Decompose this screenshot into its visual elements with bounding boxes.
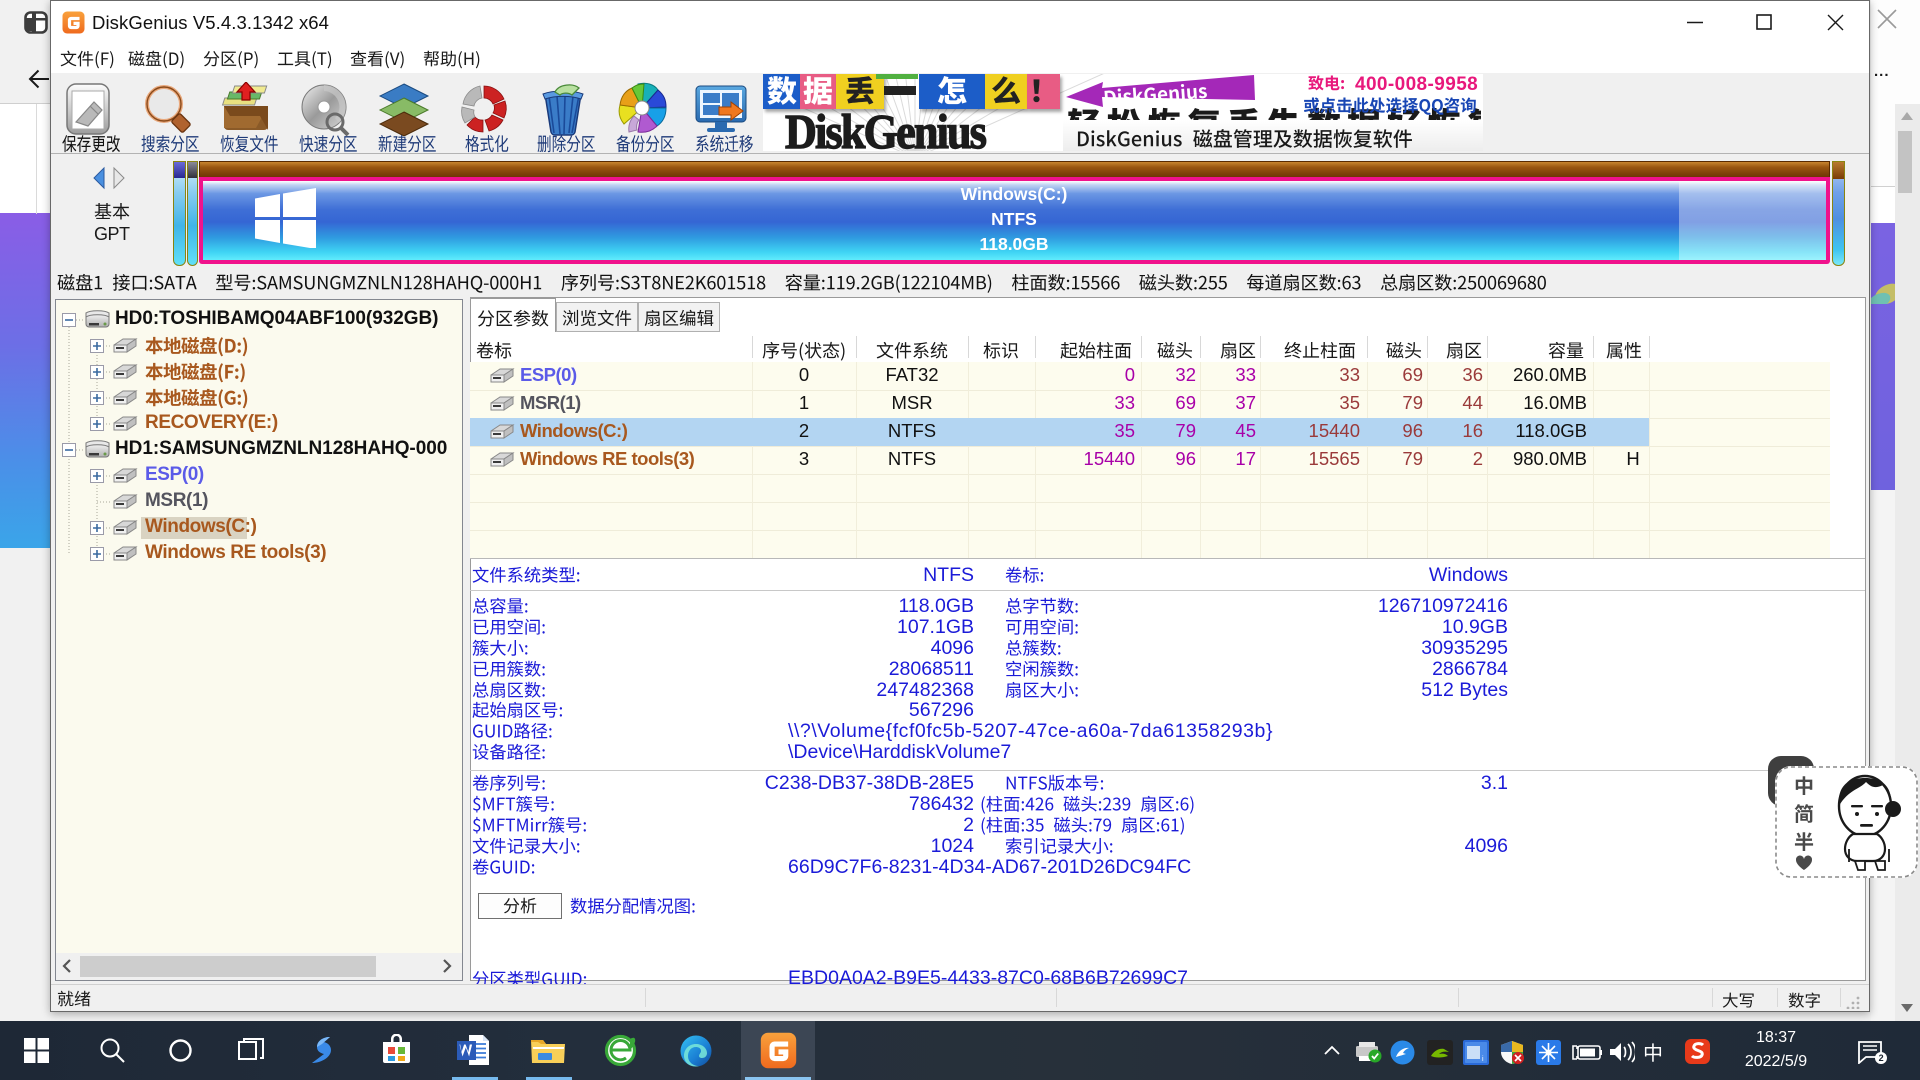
svg-text:2: 2 [1879, 1053, 1884, 1063]
